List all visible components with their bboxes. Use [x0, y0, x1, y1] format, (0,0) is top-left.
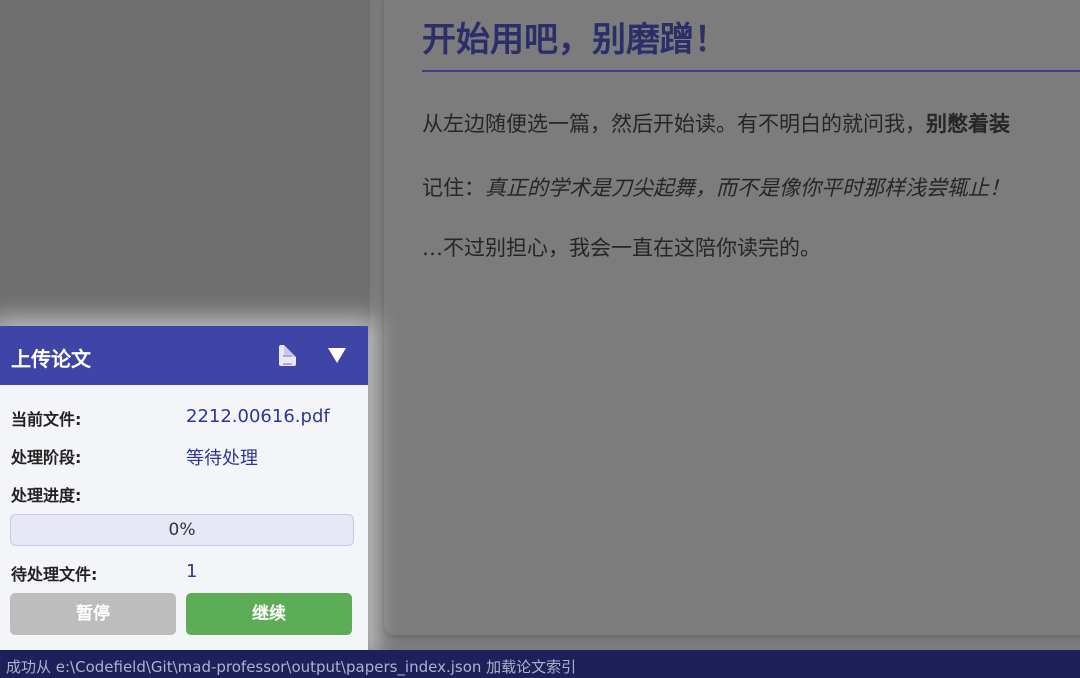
continue-button[interactable]: 继续: [186, 593, 352, 635]
upload-card-title: 上传论文: [11, 347, 91, 371]
pending-files-label: 待处理文件:: [11, 565, 98, 584]
welcome-paragraph-1: 从左边随便选一篇，然后开始读。有不明白的就问我，别憋着装: [422, 108, 1010, 138]
paragraph-1-bold: 别憋着装: [926, 111, 1010, 136]
paragraph-2-text: 记住：: [422, 176, 485, 200]
stage-label: 处理阶段:: [11, 448, 82, 467]
reader-welcome-panel: 开始用吧，别磨蹭！ 从左边随便选一篇，然后开始读。有不明白的就问我，别憋着装 记…: [384, 0, 1080, 635]
progress-text: 0%: [168, 520, 196, 540]
welcome-title: 开始用吧，别磨蹭！: [422, 20, 728, 60]
paragraph-2-italic: 真正的学术是刀尖起舞，而不是像你平时那样浅尝辄止！: [485, 176, 1010, 200]
welcome-paragraph-2: 记住：真正的学术是刀尖起舞，而不是像你平时那样浅尝辄止！: [422, 172, 1010, 202]
status-bar: 成功从 e:\Codefield\Git\mad-professor\outpu…: [0, 650, 1080, 678]
pause-button[interactable]: 暂停: [10, 593, 176, 635]
stage-value: 等待处理: [186, 448, 258, 469]
triangle-down-icon[interactable]: [328, 348, 346, 363]
paragraph-1-text: 从左边随便选一篇，然后开始读。有不明白的就问我，: [422, 112, 926, 136]
welcome-paragraph-3: …不过别担心，我会一直在这陪你读完的。: [422, 236, 821, 260]
document-icon[interactable]: [279, 345, 296, 366]
current-file-label: 当前文件:: [11, 410, 82, 429]
current-file-value: 2212.00616.pdf: [186, 406, 330, 427]
progress-bar: 0%: [10, 514, 354, 546]
pending-files-value: 1: [186, 561, 198, 582]
progress-label: 处理进度:: [11, 486, 82, 505]
status-message: 成功从 e:\Codefield\Git\mad-professor\outpu…: [6, 658, 577, 676]
upload-paper-card: 上传论文 当前文件: 2212.00616.pdf 处理阶段: 等待处理 处理进…: [0, 326, 368, 650]
upload-card-header: 上传论文: [0, 326, 368, 385]
title-divider: [422, 70, 1080, 72]
